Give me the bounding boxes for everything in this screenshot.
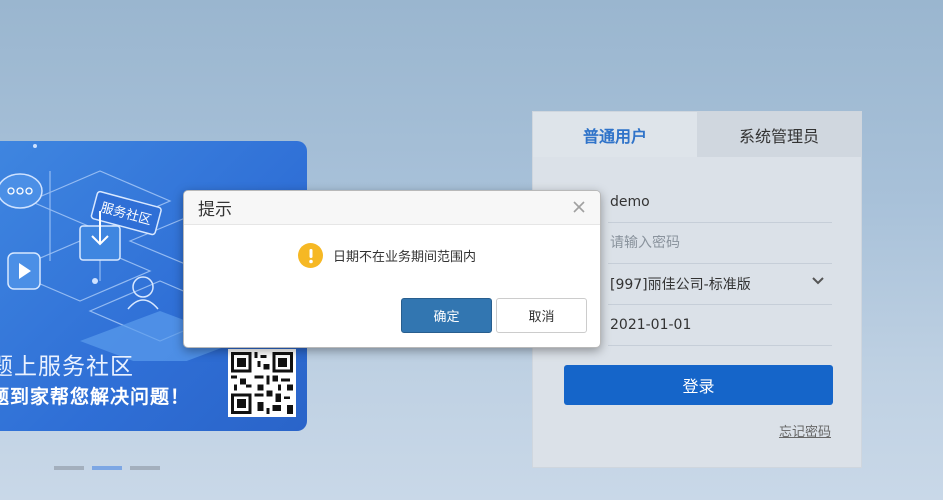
- password-field[interactable]: [608, 223, 832, 264]
- company-select[interactable]: [997]丽佳公司-标准版: [608, 264, 832, 305]
- tab-normal-user[interactable]: 普通用户: [533, 112, 697, 157]
- carousel-dot[interactable]: [54, 466, 84, 470]
- dialog-message: 日期不在业务期间范围内: [333, 250, 477, 265]
- chevron-down-icon: [812, 277, 824, 285]
- dialog-title: 提示: [198, 200, 232, 220]
- chat-bubble-icon: [0, 173, 43, 209]
- company-selected-value: [997]丽佳公司-标准版: [610, 277, 751, 293]
- banner-slogan: 题到家帮您解决问题！: [0, 386, 191, 408]
- cancel-button[interactable]: 取消: [496, 298, 587, 333]
- password-input[interactable]: [608, 235, 832, 251]
- play-video-icon: [7, 252, 41, 290]
- dialog-header: 提示: [184, 191, 600, 225]
- warning-icon: [298, 243, 323, 268]
- username-field[interactable]: [608, 182, 832, 223]
- close-icon[interactable]: [572, 200, 586, 214]
- tab-system-admin[interactable]: 系统管理员: [697, 112, 861, 157]
- confirm-button[interactable]: 确定: [401, 298, 492, 333]
- banner-title: 题上服务社区: [0, 354, 134, 380]
- username-input[interactable]: [608, 194, 832, 210]
- date-input[interactable]: [608, 317, 832, 333]
- login-tabs: 普通用户 系统管理员: [533, 112, 861, 157]
- carousel-indicators: [54, 466, 160, 470]
- dialog-body: 日期不在业务期间范围内: [298, 243, 476, 268]
- carousel-dot-active[interactable]: [92, 466, 122, 470]
- date-field[interactable]: [608, 305, 832, 346]
- login-button[interactable]: 登录: [564, 365, 833, 405]
- forgot-password-link[interactable]: 忘记密码: [779, 421, 831, 440]
- carousel-dot[interactable]: [130, 466, 160, 470]
- alert-dialog: 提示 日期不在业务期间范围内 确定 取消: [183, 190, 601, 348]
- qr-code: [228, 349, 296, 417]
